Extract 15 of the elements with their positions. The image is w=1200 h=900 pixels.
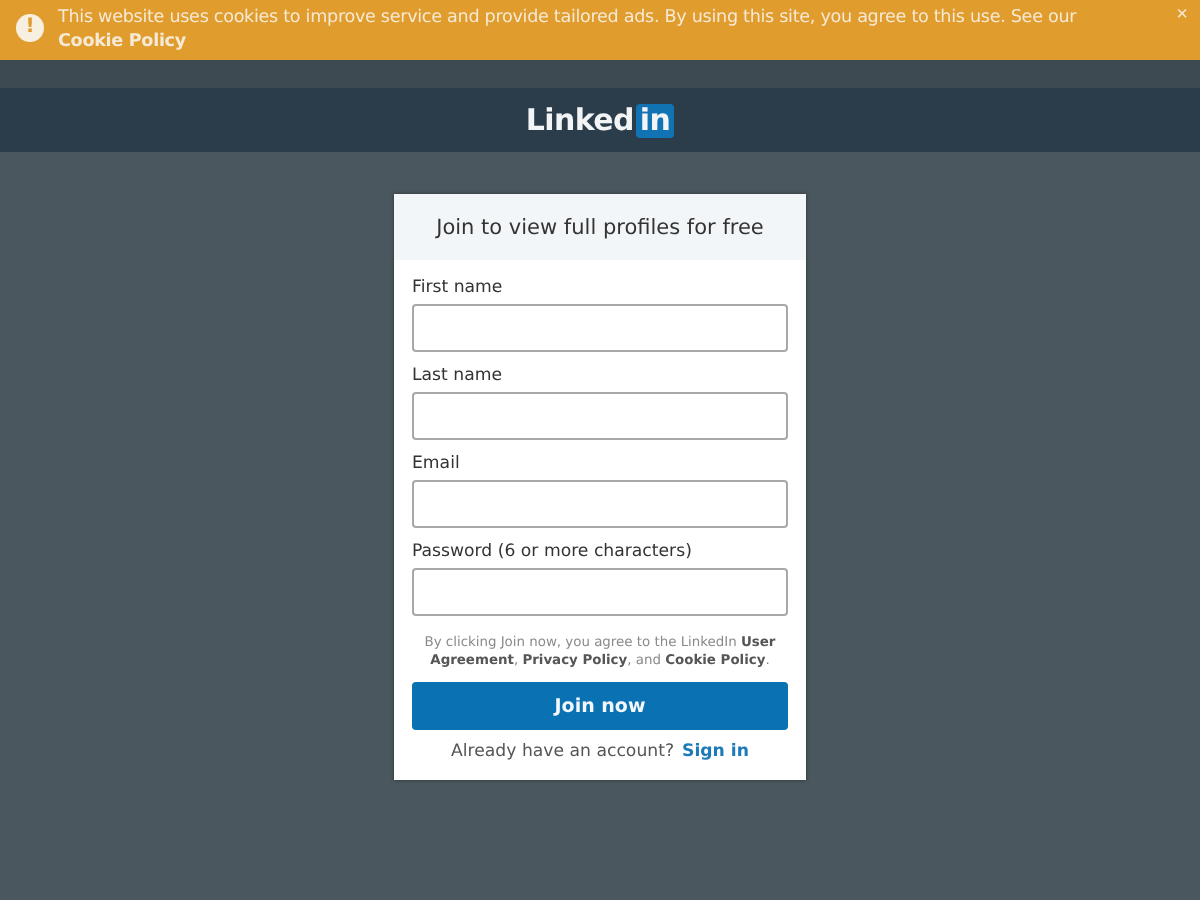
input-field[interactable]: [412, 392, 788, 440]
field-label: First name: [412, 278, 505, 298]
join-button[interactable]: Join now: [412, 682, 788, 730]
input-field[interactable]: [412, 480, 788, 528]
form-title: Join to view full profiles for free: [436, 215, 764, 239]
field-label: Email: [412, 454, 462, 474]
alert-icon: !: [16, 14, 44, 42]
logo[interactable]: Linked in: [525, 102, 675, 138]
input-field[interactable]: [412, 568, 788, 616]
field-label: Last name: [412, 366, 505, 386]
input-field[interactable]: [412, 304, 788, 352]
cookie-message: This website uses cookies to improve service and provide tailored ads. By using this site, you agree to this use. See our: [58, 8, 1077, 28]
signin-prompt: Already have an account?: [451, 742, 675, 762]
signin-link[interactable]: Sign in: [682, 742, 749, 762]
field-label: Password (6 or more characters): [412, 542, 694, 562]
